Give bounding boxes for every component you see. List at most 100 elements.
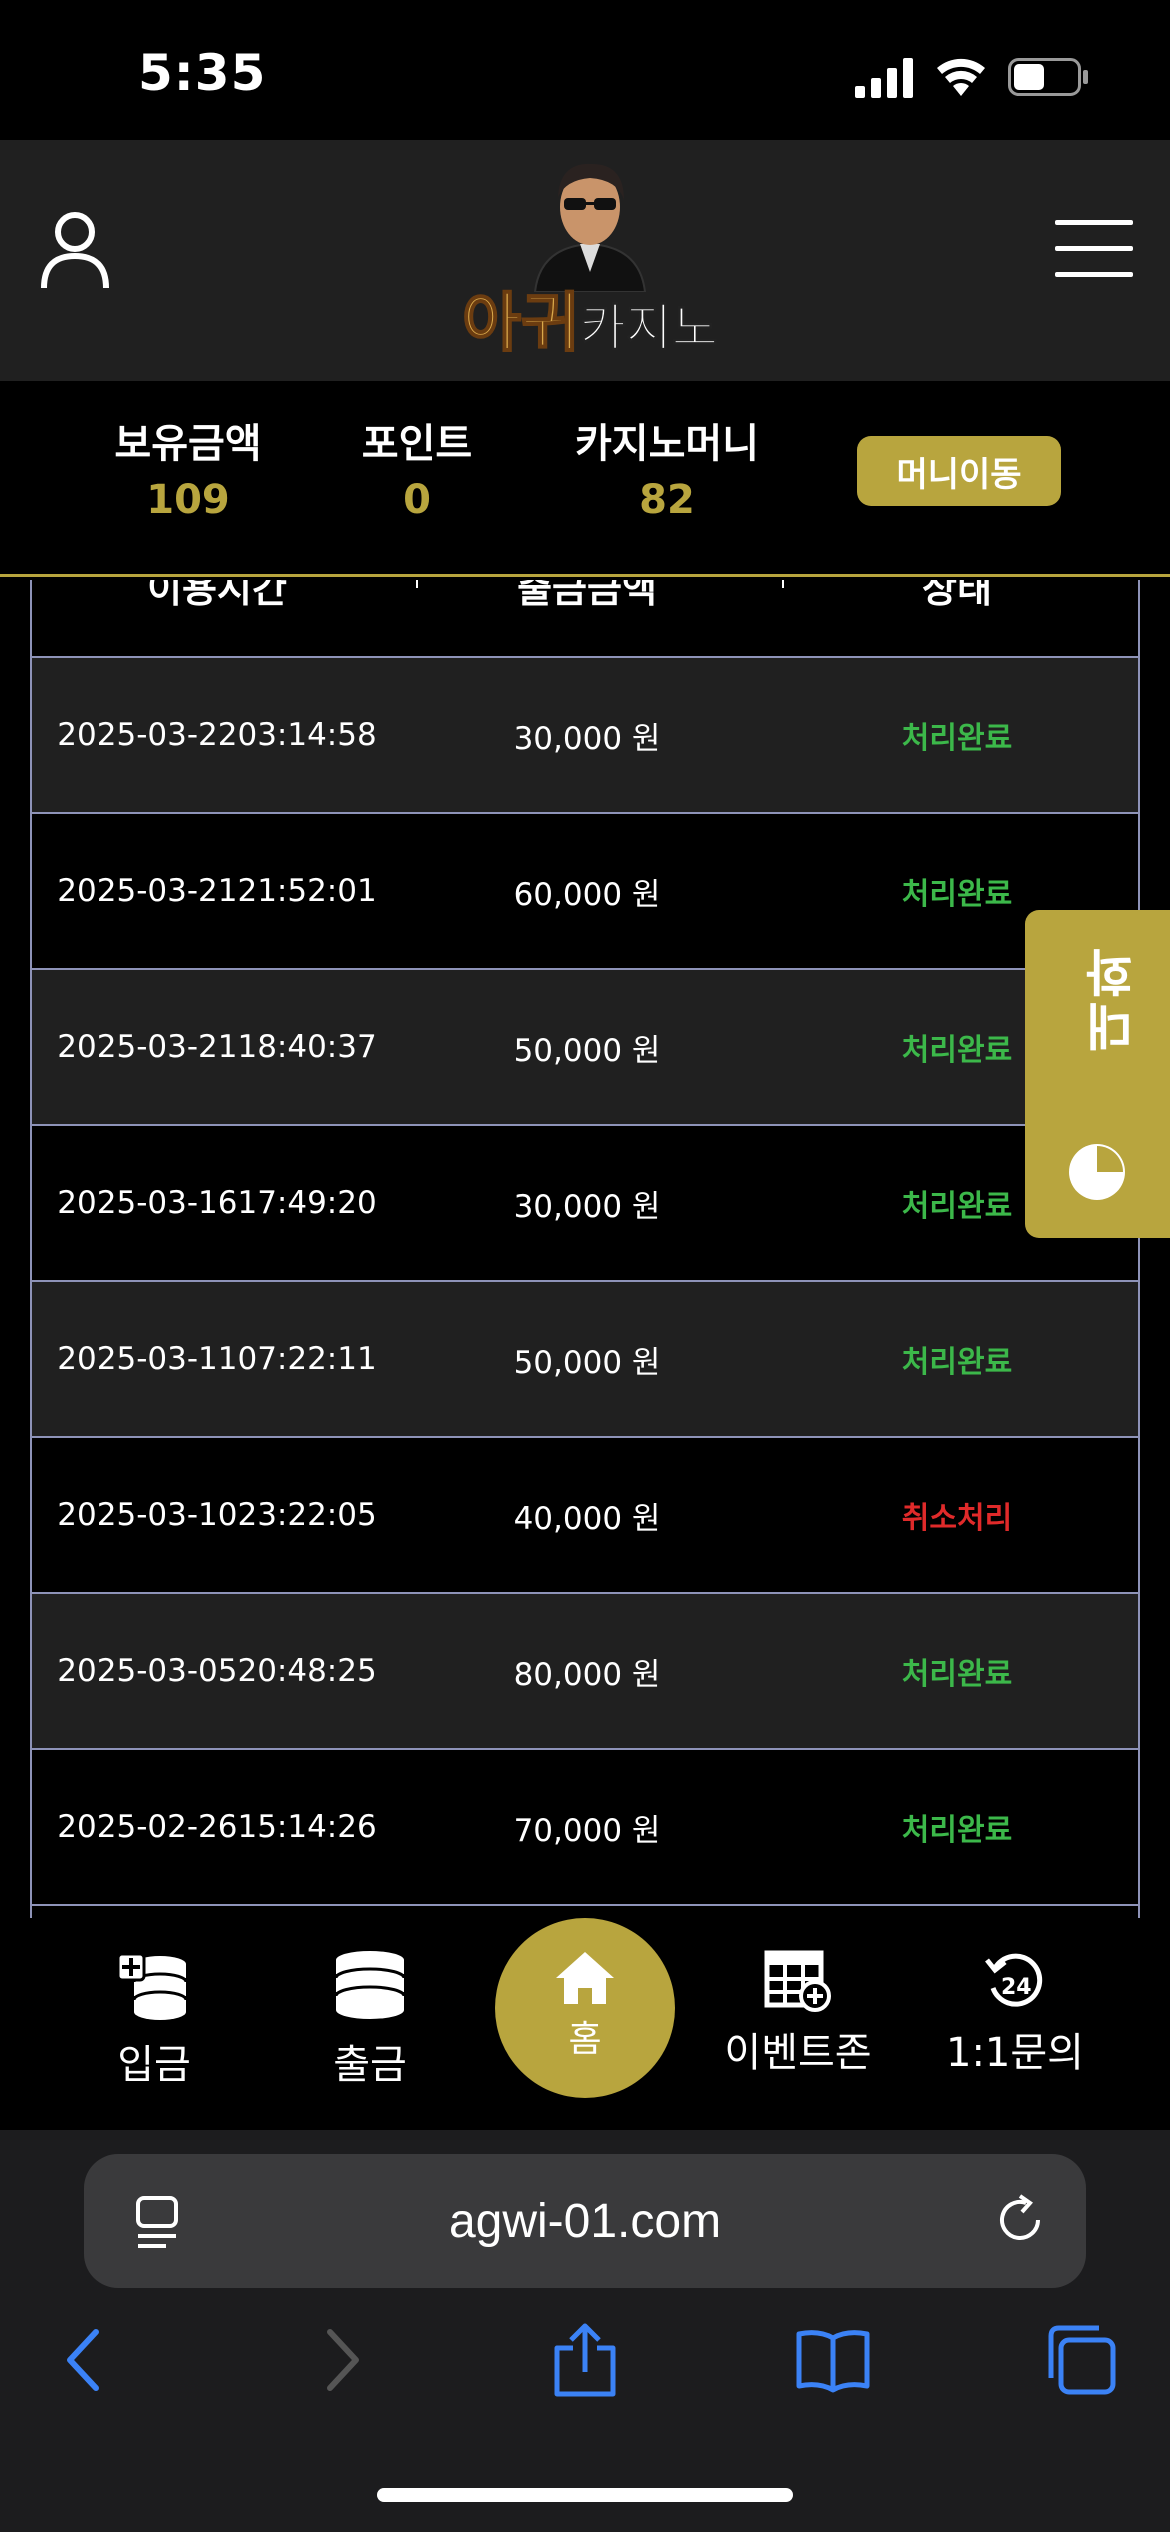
row-time: 03:14:58 (237, 717, 377, 753)
row-date: 2025-03-11 (57, 1341, 238, 1377)
table-row: 2025-03-22 03:14:58 30,000 원 처리완료 (32, 658, 1138, 814)
battery-icon (1008, 58, 1088, 96)
balance-bar: 보유금액 109 포인트 0 카지노머니 82 머니이동 (0, 381, 1170, 577)
row-status-badge: 처리완료 (901, 1813, 1013, 1848)
table-row: 2025-03-21 21:52:01 60,000 원 처리완료 (32, 814, 1138, 970)
forward-icon[interactable] (300, 2322, 376, 2398)
table-row: 2025-03-05 20:48:25 80,000 원 처리완료 (32, 1594, 1138, 1750)
casino-money-label: 카지노머니 (575, 421, 759, 467)
balance-value: 109 (146, 477, 230, 523)
row-time: 07:22:11 (237, 1341, 377, 1377)
row-time: 15:14:26 (237, 1809, 377, 1845)
money-transfer-button[interactable]: 머니이동 (857, 436, 1061, 506)
bookmarks-icon[interactable] (795, 2322, 871, 2398)
balance-label: 보유금액 (114, 421, 262, 467)
browser-toolbar: agwi-01.com (0, 2130, 1170, 2532)
status-time: 5:35 (138, 44, 267, 102)
back-icon[interactable] (50, 2322, 126, 2398)
live-chat-tab[interactable]: 대화 (1025, 910, 1170, 1238)
row-datetime: 2025-03-21 18:40:37 (32, 970, 402, 1124)
nav-event-zone[interactable]: 이벤트존 (708, 1948, 888, 2078)
url-text: agwi-01.com (448, 2194, 722, 2248)
nav-withdraw[interactable]: 출금 (280, 1948, 460, 2090)
site-header: 아귀카지노 (0, 140, 1170, 381)
nav-inquiry[interactable]: 24 1:1문의 (925, 1948, 1105, 2078)
share-icon[interactable] (547, 2322, 623, 2398)
row-amount: 30,000 원 (513, 1188, 661, 1225)
row-amount: 30,000 원 (513, 720, 661, 757)
nav-deposit[interactable]: 입금 (64, 1948, 244, 2090)
table-row: 2025-03-11 07:22:11 50,000 원 처리완료 (32, 1282, 1138, 1438)
home-icon (556, 1952, 614, 2004)
casino-money-value: 82 (639, 477, 695, 523)
table-header: 이용시간 출금금액 상태 (32, 580, 1138, 658)
row-datetime: 2025-03-05 20:48:25 (32, 1594, 402, 1748)
coin-stack-plus-icon (116, 1952, 188, 2020)
balance-points: 포인트 0 (337, 411, 497, 523)
row-date: 2025-03-10 (57, 1497, 238, 1533)
row-status-badge: 처리완료 (901, 721, 1013, 756)
nav-withdraw-label: 출금 (333, 2042, 407, 2088)
site-logo[interactable]: 아귀카지노 (440, 152, 740, 372)
table-row: 2025-03-10 23:22:05 40,000 원 취소처리 (32, 1438, 1138, 1594)
svg-text:24: 24 (1001, 1975, 1032, 2000)
row-status-badge: 취소처리 (901, 1501, 1013, 1536)
nav-home-button[interactable]: 홈 (495, 1918, 675, 2098)
column-header-time: 이용시간 (147, 580, 287, 611)
row-datetime: 2025-03-21 21:52:01 (32, 814, 402, 968)
row-amount: 70,000 원 (513, 1812, 661, 1849)
row-time: 21:52:01 (237, 873, 377, 909)
address-bar[interactable]: agwi-01.com (84, 2154, 1086, 2288)
bottom-navigation: 입금 출금 홈 이벤트존 24 1:1문의 (0, 1918, 1170, 2130)
row-amount: 60,000 원 (513, 876, 661, 913)
table-row: 2025-03-21 18:40:37 50,000 원 처리완료 (32, 970, 1138, 1126)
row-datetime: 2025-03-11 07:22:11 (32, 1282, 402, 1436)
row-time: 18:40:37 (237, 1029, 377, 1065)
tabs-icon[interactable] (1043, 2322, 1119, 2398)
balance-casino-money: 카지노머니 82 (560, 411, 774, 523)
home-indicator (377, 2488, 793, 2502)
row-datetime: 2025-02-26 15:14:26 (32, 1750, 402, 1904)
nav-event-zone-label: 이벤트존 (724, 2030, 872, 2076)
row-time: 23:22:05 (237, 1497, 377, 1533)
row-date: 2025-03-05 (57, 1653, 238, 1689)
status-bar: 5:35 (0, 0, 1170, 140)
wifi-icon (937, 58, 985, 96)
nav-home-label: 홈 (568, 2019, 602, 2060)
table-row: 2025-02-26 15:14:26 70,000 원 처리완료 (32, 1750, 1138, 1906)
row-date: 2025-03-21 (57, 1029, 238, 1065)
chat-bubble-icon (1069, 1144, 1125, 1200)
row-status-badge: 처리완료 (901, 1345, 1013, 1380)
cellular-signal-icon (855, 58, 913, 98)
logo-accent-text: 아귀 (461, 286, 581, 362)
row-time: 17:49:20 (237, 1185, 377, 1221)
row-datetime: 2025-03-10 23:22:05 (32, 1438, 402, 1592)
row-date: 2025-03-22 (57, 717, 238, 753)
user-icon[interactable] (40, 210, 110, 290)
row-amount: 40,000 원 (513, 1500, 661, 1537)
row-time: 20:48:25 (237, 1653, 377, 1689)
points-value: 0 (403, 477, 431, 523)
logo-character-image (533, 163, 647, 292)
row-status-badge: 처리완료 (901, 1657, 1013, 1692)
table-row: 2025-03-16 17:49:20 30,000 원 처리완료 (32, 1126, 1138, 1282)
row-date: 2025-02-26 (57, 1809, 238, 1845)
row-amount: 50,000 원 (513, 1032, 661, 1069)
nav-inquiry-label: 1:1문의 (946, 2030, 1084, 2076)
row-datetime: 2025-03-22 03:14:58 (32, 658, 402, 812)
reload-icon[interactable] (992, 2192, 1048, 2248)
row-date: 2025-03-16 (57, 1185, 238, 1221)
row-datetime: 2025-03-16 17:49:20 (32, 1126, 402, 1280)
hamburger-menu-icon[interactable] (1055, 220, 1133, 278)
balance-holdings: 보유금액 109 (98, 411, 278, 523)
withdrawal-history-table[interactable]: 이용시간 출금금액 상태 2025-03-22 03:14:58 30,000 원처… (30, 580, 1140, 1918)
logo-text: 아귀카지노 (440, 272, 740, 364)
chat-tab-label: 대화 (1084, 944, 1142, 1052)
column-header-amount: 출금금액 (517, 580, 657, 611)
row-amount: 80,000 원 (513, 1656, 661, 1693)
column-header-status: 상태 (922, 580, 992, 611)
support-24h-icon: 24 (985, 1953, 1043, 2007)
row-date: 2025-03-21 (57, 873, 238, 909)
nav-deposit-label: 입금 (117, 2042, 191, 2088)
points-label: 포인트 (361, 421, 473, 467)
